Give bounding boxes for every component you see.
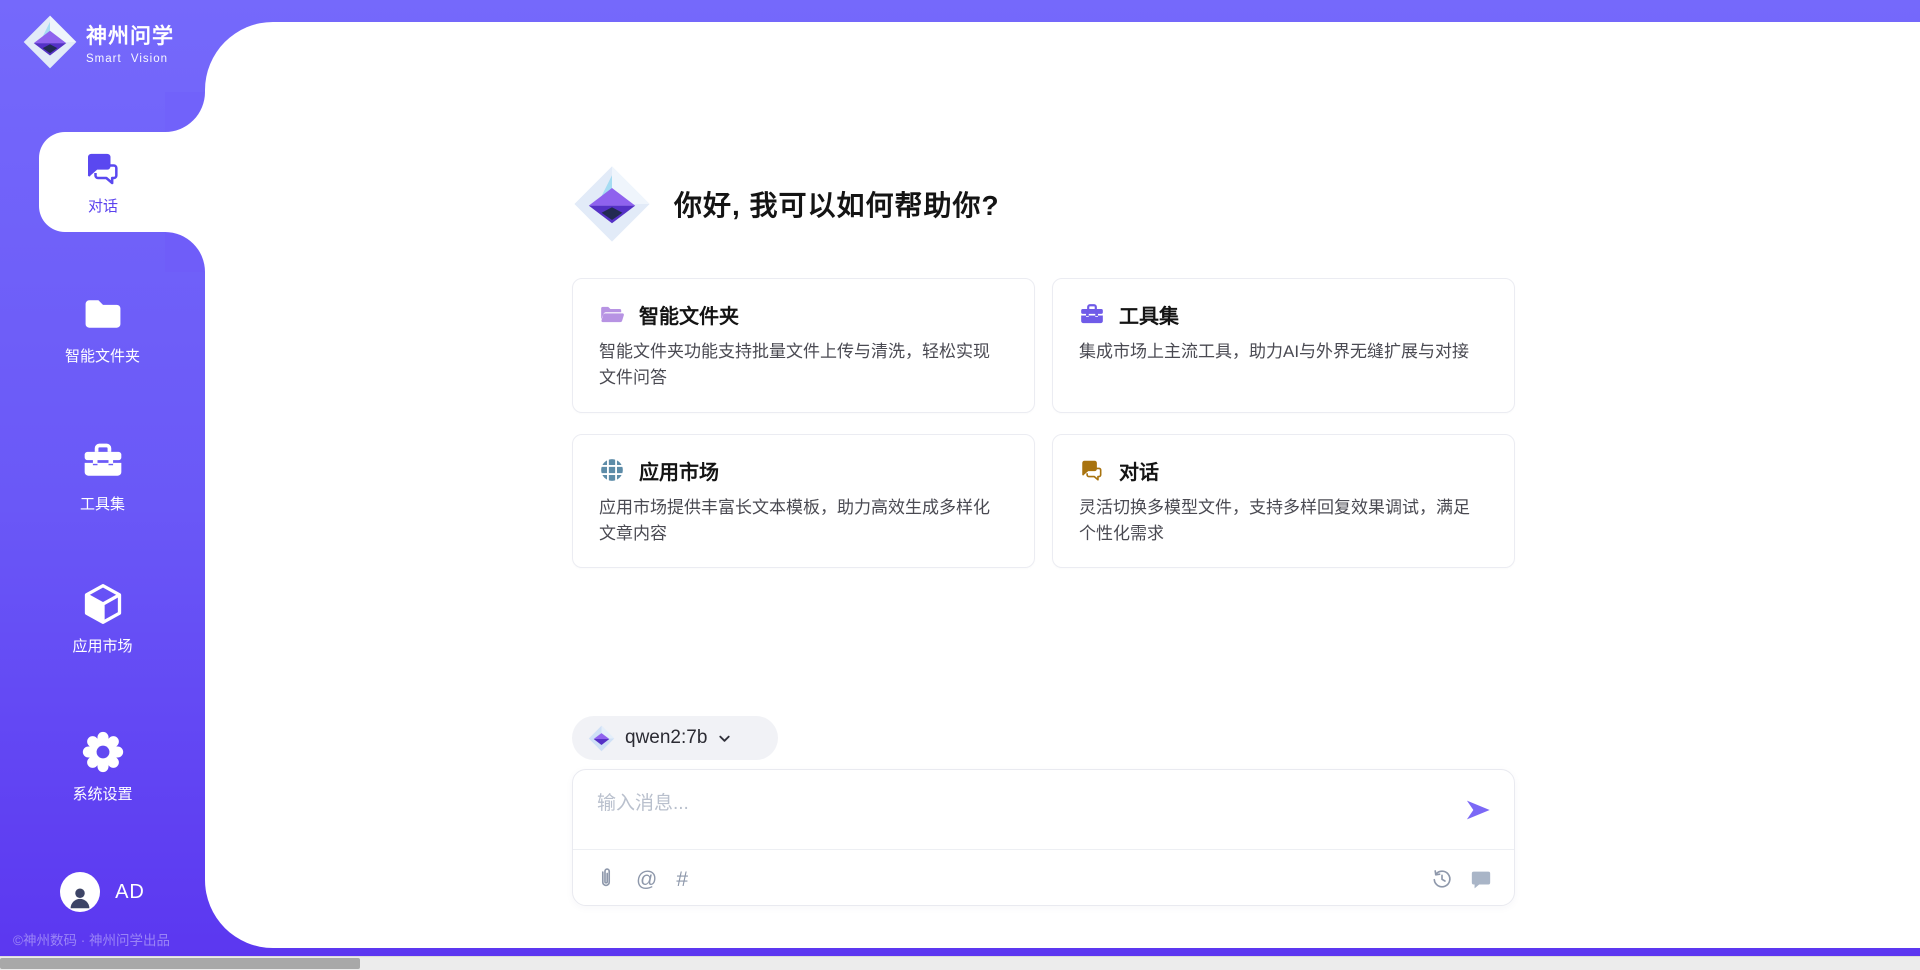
tab-fillet-top — [165, 92, 205, 132]
briefcase-icon — [1079, 302, 1105, 328]
card-title: 应用市场 — [639, 456, 719, 485]
attach-file-button[interactable] — [595, 868, 617, 890]
feature-cards: 智能文件夹 智能文件夹功能支持批量文件上传与清洗，轻松实现文件问答 工具集 集成… — [572, 278, 1515, 568]
card-title: 智能文件夹 — [639, 300, 739, 329]
diamond-logo-icon — [572, 164, 652, 244]
greeting: 你好, 我可以如何帮助你? — [572, 164, 1000, 244]
diamond-logo-icon — [22, 14, 78, 70]
card-description: 集成市场上主流工具，助力AI与外界无缝扩展与对接 — [1079, 339, 1471, 365]
tab-fillet-bottom — [165, 232, 205, 272]
sidebar-item-settings[interactable]: 系统设置 — [0, 730, 205, 804]
user-initials: AD — [115, 881, 145, 904]
avatar — [60, 872, 100, 912]
card-app-market[interactable]: 应用市场 应用市场提供丰富长文本模板，助力高效生成多样化文章内容 — [572, 434, 1035, 569]
card-smart-folder[interactable]: 智能文件夹 智能文件夹功能支持批量文件上传与清洗，轻松实现文件问答 — [572, 278, 1035, 413]
diamond-logo-icon — [588, 725, 615, 752]
chat-icon — [1079, 457, 1105, 483]
send-icon — [1464, 796, 1492, 824]
cube-icon — [81, 582, 125, 626]
user-account[interactable]: AD — [0, 872, 205, 912]
card-title: 对话 — [1119, 456, 1159, 485]
sidebar-item-label: 工具集 — [80, 493, 125, 514]
history-icon — [1431, 868, 1453, 890]
card-chat[interactable]: 对话 灵活切换多模型文件，支持多样回复效果调试，满足个性化需求 — [1052, 434, 1515, 569]
chevron-down-icon — [717, 731, 732, 746]
card-title: 工具集 — [1119, 300, 1179, 329]
paperclip-icon — [595, 868, 617, 890]
folder-icon — [81, 292, 125, 336]
chat-icon — [83, 148, 123, 188]
sidebar-item-toolbox[interactable]: 工具集 — [0, 440, 205, 514]
card-description: 应用市场提供丰富长文本模板，助力高效生成多样化文章内容 — [599, 495, 991, 548]
sidebar-item-app-market[interactable]: 应用市场 — [0, 582, 205, 656]
message-composer: @ # — [572, 769, 1515, 906]
brand-logo: 神州问学 Smart Vision — [22, 14, 174, 70]
history-button[interactable] — [1431, 868, 1453, 890]
sidebar-item-label: 系统设置 — [72, 783, 132, 804]
brand-subtitle: Smart Vision — [86, 53, 174, 65]
composer-divider — [573, 849, 1514, 850]
sidebar-item-chat[interactable]: 对话 — [39, 132, 205, 232]
model-selector[interactable]: qwen2:7b — [572, 716, 778, 760]
message-input[interactable] — [597, 784, 1427, 824]
card-toolbox[interactable]: 工具集 集成市场上主流工具，助力AI与外界无缝扩展与对接 — [1052, 278, 1515, 413]
horizontal-scrollbar[interactable] — [0, 956, 1920, 970]
open-folder-icon — [599, 302, 625, 328]
model-name: qwen2:7b — [625, 727, 707, 749]
card-description: 智能文件夹功能支持批量文件上传与清洗，轻松实现文件问答 — [599, 339, 991, 392]
chat-bubble-icon — [1470, 868, 1492, 890]
send-button[interactable] — [1464, 796, 1492, 824]
sidebar-item-label: 应用市场 — [72, 635, 132, 656]
grid-circle-icon — [599, 457, 625, 483]
main-content: 你好, 我可以如何帮助你? 智能文件夹 智能文件夹功能支持批量文件上传与清洗，轻… — [572, 22, 1515, 948]
scrollbar-thumb[interactable] — [0, 958, 360, 969]
sidebar-item-label: 智能文件夹 — [65, 345, 140, 366]
sidebar-item-smart-folder[interactable]: 智能文件夹 — [0, 292, 205, 366]
sidebar-item-label: 对话 — [88, 195, 118, 216]
sidebar: 神州问学 Smart Vision 对话 智能文件夹 工具集 — [0, 0, 205, 970]
mention-button[interactable]: @ — [636, 869, 657, 890]
gear-icon — [81, 730, 125, 774]
chat-bubble-button[interactable] — [1470, 868, 1492, 890]
person-icon — [65, 882, 95, 912]
copyright-text: ©神州数码 · 神州问学出品 — [13, 929, 170, 949]
brand-name: 神州问学 — [86, 20, 174, 50]
hashtag-button[interactable]: # — [676, 869, 688, 890]
greeting-title: 你好, 我可以如何帮助你? — [674, 184, 1000, 224]
card-description: 灵活切换多模型文件，支持多样回复效果调试，满足个性化需求 — [1079, 495, 1471, 548]
toolbox-icon — [81, 440, 125, 484]
